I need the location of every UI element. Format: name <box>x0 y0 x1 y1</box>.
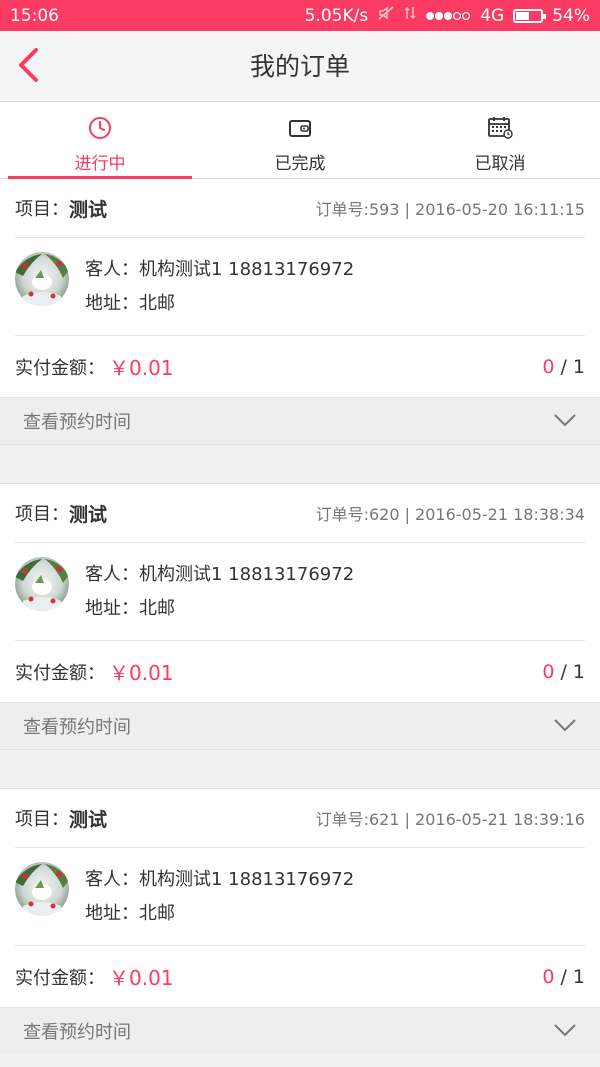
battery-icon <box>513 8 547 23</box>
page-title: 我的订单 <box>249 52 350 81</box>
customer-address: 地址：北邮 <box>85 903 175 924</box>
chevron-down-icon <box>553 1022 577 1041</box>
project-name: 测试 <box>69 198 108 221</box>
avatar <box>15 862 69 916</box>
network-type: 4G <box>480 5 505 26</box>
project-name: 测试 <box>69 808 108 831</box>
card-separator <box>0 444 600 484</box>
order-meta: 订单号:620 | 2016-05-21 18:38:34 <box>315 505 585 524</box>
order-meta: 订单号:621 | 2016-05-21 18:39:16 <box>315 810 585 829</box>
customer-address: 地址：北邮 <box>85 598 175 619</box>
service-count: 0 / 1 <box>542 661 585 683</box>
chevron-left-icon <box>16 47 40 87</box>
tab-cancelled[interactable]: 已取消 <box>400 102 600 178</box>
pay-amount: ￥0.01 <box>109 661 174 685</box>
count-done: 0 <box>542 965 555 988</box>
pay-amount: ￥0.01 <box>109 966 174 990</box>
count-done: 0 <box>542 355 555 378</box>
pay-label: 实付金额： <box>15 662 105 684</box>
toggle-label: 查看预约时间 <box>23 412 131 433</box>
avatar <box>15 252 69 306</box>
customer-address: 地址：北邮 <box>85 293 175 314</box>
customer-info: 客人：机构测试1 18813176972 地址：北邮 <box>15 543 585 641</box>
customer-name: 客人：机构测试1 18813176972 <box>85 259 355 280</box>
data-arrows-icon <box>404 5 416 26</box>
signal-icon <box>425 6 471 26</box>
service-count: 0 / 1 <box>542 966 585 988</box>
avatar <box>15 557 69 611</box>
app-header: 我的订单 <box>0 31 600 102</box>
back-button[interactable] <box>8 45 48 89</box>
wallet-icon <box>288 116 312 145</box>
order-card: 项目： 测试 订单号:620 | 2016-05-21 18:38:34 客人：… <box>0 484 600 749</box>
project-name: 测试 <box>69 503 108 526</box>
service-count: 0 / 1 <box>542 356 585 378</box>
order-header: 项目： 测试 订单号:620 | 2016-05-21 18:38:34 <box>15 484 585 543</box>
order-list: 项目： 测试 订单号:593 | 2016-05-20 16:11:15 客人：… <box>0 179 600 1054</box>
project-label: 项目： <box>15 199 69 220</box>
tab-in-progress[interactable]: 进行中 <box>0 102 200 179</box>
calendar-icon <box>487 116 513 145</box>
mute-icon <box>377 5 395 26</box>
order-header: 项目： 测试 订单号:593 | 2016-05-20 16:11:15 <box>15 179 585 238</box>
customer-info: 客人：机构测试1 18813176972 地址：北邮 <box>15 238 585 336</box>
customer-info: 客人：机构测试1 18813176972 地址：北邮 <box>15 848 585 946</box>
view-appointment-toggle[interactable]: 查看预约时间 <box>0 1007 600 1054</box>
payment-row: 实付金额： ￥0.01 0 / 1 <box>15 336 585 397</box>
network-speed: 5.05K/s <box>304 5 369 26</box>
chevron-down-icon <box>553 412 577 431</box>
pay-label: 实付金额： <box>15 967 105 989</box>
view-appointment-toggle[interactable]: 查看预约时间 <box>0 702 600 749</box>
tab-label: 已取消 <box>474 154 526 174</box>
clock-icon <box>88 116 112 145</box>
order-card: 项目： 测试 订单号:621 | 2016-05-21 18:39:16 客人：… <box>0 789 600 1054</box>
status-time: 15:06 <box>10 5 59 26</box>
project-label: 项目： <box>15 504 69 525</box>
status-bar: 15:06 5.05K/s 4G 54% <box>0 0 600 31</box>
card-separator <box>0 749 600 789</box>
view-appointment-toggle[interactable]: 查看预约时间 <box>0 397 600 444</box>
project-label: 项目： <box>15 809 69 830</box>
customer-name: 客人：机构测试1 18813176972 <box>85 564 355 585</box>
count-total: / 1 <box>554 660 585 683</box>
tab-completed[interactable]: 已完成 <box>200 102 400 178</box>
count-total: / 1 <box>554 965 585 988</box>
tab-label: 进行中 <box>74 154 126 174</box>
status-indicators: 5.05K/s 4G 54% <box>305 5 590 26</box>
payment-row: 实付金额： ￥0.01 0 / 1 <box>15 946 585 1007</box>
pay-amount: ￥0.01 <box>109 356 174 380</box>
payment-row: 实付金额： ￥0.01 0 / 1 <box>15 641 585 702</box>
chevron-down-icon <box>553 717 577 736</box>
order-card: 项目： 测试 订单号:593 | 2016-05-20 16:11:15 客人：… <box>0 179 600 444</box>
pay-label: 实付金额： <box>15 357 105 379</box>
battery-percent: 54% <box>552 5 590 26</box>
order-meta: 订单号:593 | 2016-05-20 16:11:15 <box>315 200 585 219</box>
toggle-label: 查看预约时间 <box>23 717 131 738</box>
order-tabs: 进行中 已完成 已取消 <box>0 102 600 179</box>
count-done: 0 <box>542 660 555 683</box>
count-total: / 1 <box>554 355 585 378</box>
tab-label: 已完成 <box>274 154 326 174</box>
order-header: 项目： 测试 订单号:621 | 2016-05-21 18:39:16 <box>15 789 585 848</box>
toggle-label: 查看预约时间 <box>23 1022 131 1043</box>
customer-name: 客人：机构测试1 18813176972 <box>85 869 355 890</box>
